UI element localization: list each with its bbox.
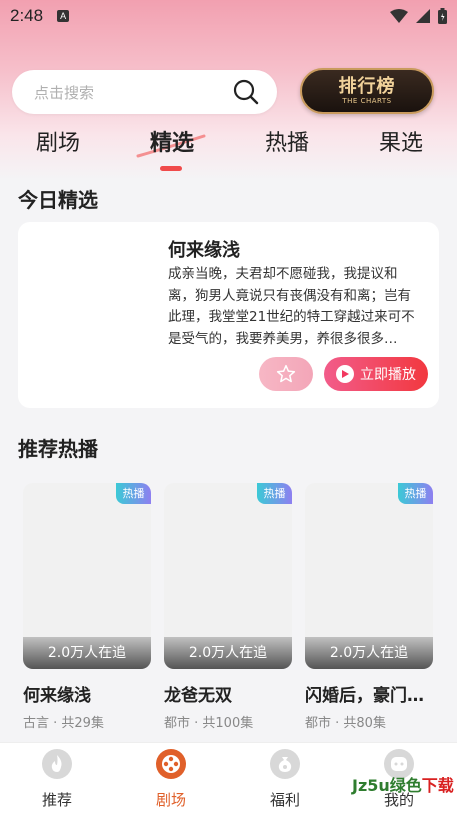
favorite-button[interactable] [259, 357, 313, 391]
drama-meta: 都市 · 共100集 [164, 716, 254, 731]
drama-cover-image[interactable]: 热播 2.0万人在追 [164, 483, 292, 669]
drama-title: 何来缘浅 [23, 686, 91, 706]
watermark-logo: Jz5u绿色下载 [352, 772, 454, 796]
film-reel-icon [156, 749, 186, 779]
drama-title: 闪婚后，豪门… [305, 686, 424, 706]
wifi-icon [390, 9, 408, 23]
watermark-text-red: 下载 [421, 776, 454, 795]
category-tabs: 剧场 精选 热播 果选 [0, 124, 457, 172]
status-time: 2:48 [10, 6, 44, 25]
tab-hot[interactable]: 热播 [247, 124, 327, 164]
tab-active-indicator [160, 166, 182, 171]
drama-title: 龙爸无双 [164, 686, 232, 706]
viewers-count: 2.0万人在追 [305, 637, 433, 669]
tab-featured[interactable]: 精选 [132, 124, 212, 164]
status-icons [390, 8, 447, 24]
tab-selection[interactable]: 果选 [361, 124, 441, 164]
nav-label: 剧场 [155, 791, 186, 809]
drama-card[interactable]: 热播 2.0万人在追 闪婚后，豪门… 都市 · 共80集 [305, 483, 433, 731]
hot-badge: 热播 [116, 483, 151, 504]
featured-drama-card[interactable]: 何来缘浅 成亲当晚，夫君却不愿碰我，我提议和离，狗男人竟说只有丧偶没有和离；岂有… [18, 222, 439, 408]
flame-icon [42, 749, 72, 779]
nav-item-welfare[interactable]: 福利 [250, 749, 320, 810]
charts-title: 排行榜 [338, 75, 396, 97]
money-bag-icon [270, 749, 300, 779]
play-now-button[interactable]: 立即播放 [324, 357, 428, 391]
status-bar: 2:48 A [0, 0, 457, 32]
search-icon[interactable] [233, 79, 259, 105]
hot-badge: 热播 [398, 483, 433, 504]
charts-button[interactable]: 排行榜 THE CHARTS [300, 68, 434, 114]
hot-section-title: 推荐热播 [18, 437, 98, 461]
tab-theater[interactable]: 剧场 [18, 124, 98, 164]
viewers-count: 2.0万人在追 [23, 637, 151, 669]
hot-badge: 热播 [257, 483, 292, 504]
charts-subtitle: THE CHARTS [342, 96, 392, 105]
nav-label: 推荐 [41, 791, 72, 809]
drama-meta: 都市 · 共80集 [305, 716, 386, 731]
featured-cover-image[interactable] [30, 236, 155, 398]
play-now-label: 立即播放 [360, 367, 416, 383]
watermark-text-green: Jz5u绿色 [352, 776, 422, 795]
viewers-count: 2.0万人在追 [164, 637, 292, 669]
battery-icon [438, 8, 447, 24]
play-icon [336, 365, 354, 383]
drama-meta: 古言 · 共29集 [23, 716, 104, 731]
featured-description: 成亲当晚，夫君却不愿碰我，我提议和离，狗男人竟说只有丧偶没有和离；岂有此理，我堂… [168, 266, 415, 347]
drama-card[interactable]: 热播 2.0万人在追 龙爸无双 都市 · 共100集 [164, 483, 292, 731]
drama-cover-image[interactable]: 热播 2.0万人在追 [305, 483, 433, 669]
drama-card[interactable]: 热播 2.0万人在追 何来缘浅 古言 · 共29集 [23, 483, 151, 731]
nav-label: 福利 [269, 791, 300, 809]
nav-item-theater[interactable]: 剧场 [136, 749, 206, 810]
search-placeholder: 点击搜索 [34, 83, 95, 102]
star-icon [276, 364, 296, 383]
notification-indicator-icon: A [57, 10, 70, 22]
today-section-title: 今日精选 [18, 188, 98, 212]
search-input[interactable]: 点击搜索 [12, 70, 277, 114]
drama-cover-image[interactable]: 热播 2.0万人在追 [23, 483, 151, 669]
signal-icon [416, 9, 430, 23]
featured-title: 何来缘浅 [168, 240, 240, 261]
nav-item-recommend[interactable]: 推荐 [22, 749, 92, 810]
